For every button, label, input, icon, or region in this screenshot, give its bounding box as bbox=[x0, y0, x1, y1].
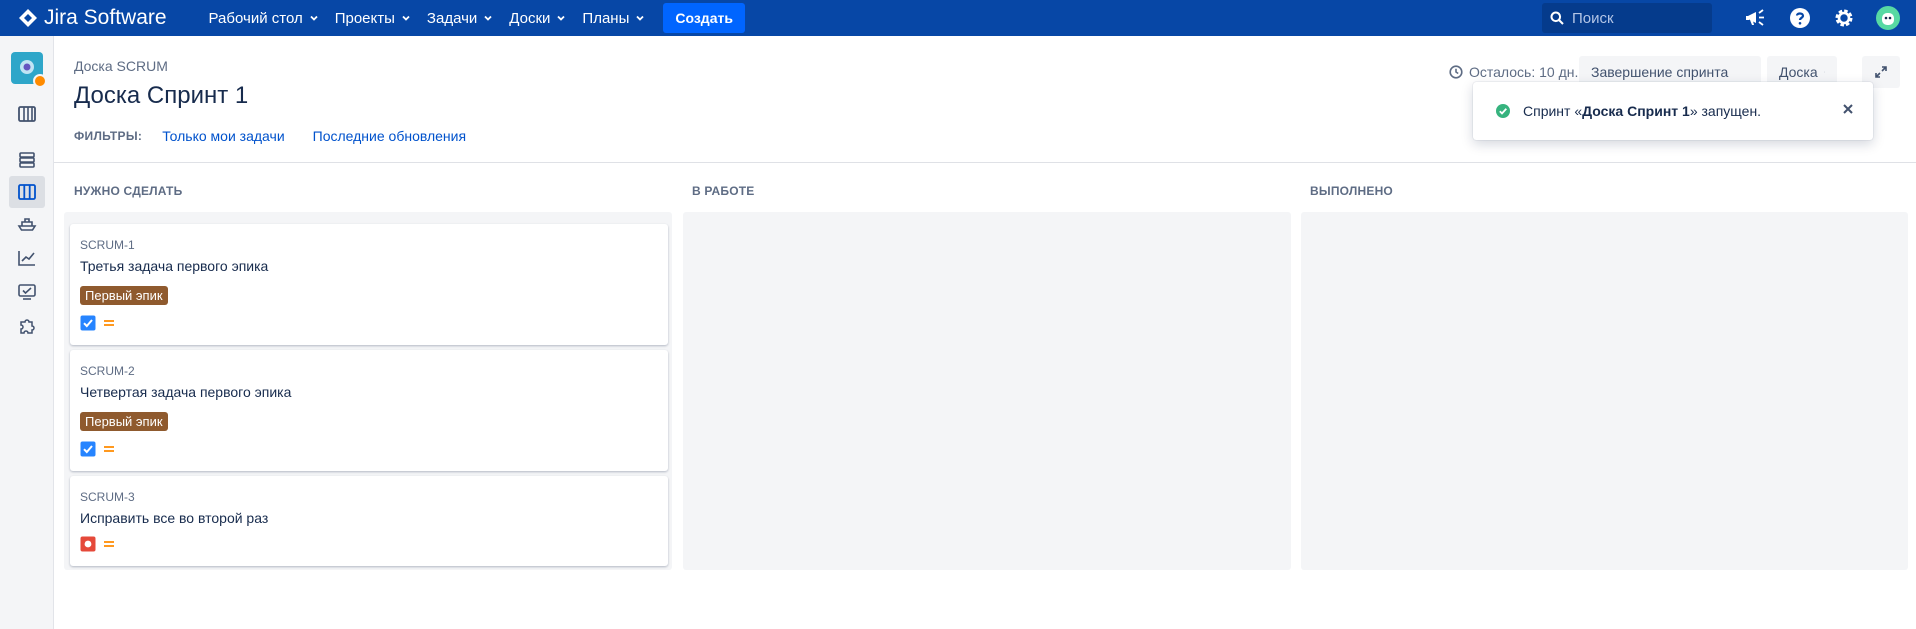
jira-logo-icon bbox=[19, 9, 37, 27]
settings-icon bbox=[1835, 9, 1853, 27]
sidebar-item-reports[interactable] bbox=[9, 242, 45, 274]
chevron-down-icon bbox=[310, 15, 318, 21]
project-sidebar bbox=[0, 36, 54, 629]
reports-icon bbox=[18, 251, 35, 266]
epic-label[interactable]: Первый эпик bbox=[80, 286, 168, 305]
issue-meta bbox=[80, 536, 658, 552]
chevron-down-icon bbox=[557, 15, 566, 21]
create-button[interactable]: Создать bbox=[663, 3, 745, 33]
issue-card[interactable]: SCRUM-3 Исправить все во второй раз bbox=[70, 476, 668, 566]
nav-issues-label: Задачи bbox=[426, 9, 478, 27]
issue-key[interactable]: SCRUM-3 bbox=[80, 490, 658, 504]
main-nav: Рабочий стол Проекты Задачи Доски Планы … bbox=[201, 0, 745, 36]
board-icon bbox=[18, 184, 36, 200]
sidebar-item-active-sprint[interactable] bbox=[9, 176, 45, 208]
project-avatar[interactable] bbox=[11, 52, 47, 88]
sprint-remaining: Осталось: 10 дн. bbox=[1449, 64, 1578, 80]
issue-meta bbox=[80, 441, 658, 457]
issue-key[interactable]: SCRUM-1 bbox=[80, 238, 658, 252]
epic-label[interactable]: Первый эпик bbox=[80, 412, 168, 431]
user-avatar-icon bbox=[1876, 6, 1900, 30]
column-header-todo: НУЖНО СДЕЛАТЬ bbox=[74, 184, 183, 198]
user-menu-button[interactable] bbox=[1866, 0, 1910, 36]
nav-projects[interactable]: Проекты bbox=[327, 0, 419, 36]
issue-summary: Третья задача первого эпика bbox=[80, 258, 269, 274]
sidebar-item-addons[interactable] bbox=[9, 310, 45, 342]
column-in-progress[interactable] bbox=[683, 212, 1291, 570]
search-icon bbox=[1550, 11, 1564, 25]
priority-medium-icon bbox=[104, 446, 114, 452]
breadcrumb[interactable]: Доска SCRUM bbox=[74, 58, 168, 74]
top-right-tools bbox=[1542, 0, 1916, 36]
column-header-done: ВЫПОЛНЕНО bbox=[1310, 184, 1393, 198]
filter-only-my-issues[interactable]: Только мои задачи bbox=[162, 128, 284, 144]
search-input[interactable] bbox=[1572, 9, 1702, 27]
search-box[interactable] bbox=[1542, 3, 1712, 33]
nav-projects-label: Проекты bbox=[334, 9, 395, 27]
nav-issues[interactable]: Задачи bbox=[419, 0, 501, 36]
project-type-badge bbox=[33, 74, 47, 88]
chevron-down-icon bbox=[636, 15, 645, 21]
sidebar-item-releases[interactable] bbox=[9, 208, 45, 240]
priority-medium-icon bbox=[104, 541, 114, 547]
help-button[interactable] bbox=[1778, 0, 1822, 36]
success-check-icon bbox=[1496, 104, 1510, 118]
issue-card[interactable]: SCRUM-1 Третья задача первого эпика Перв… bbox=[70, 224, 668, 345]
column-done[interactable] bbox=[1301, 212, 1908, 570]
quick-filters: ФИЛЬТРЫ: Только мои задачи Последние обн… bbox=[74, 128, 494, 144]
top-navigation-bar: Jira Software Рабочий стол Проекты Задач… bbox=[0, 0, 1916, 36]
backlog-icon bbox=[18, 106, 36, 122]
nav-dashboards[interactable]: Рабочий стол bbox=[201, 0, 327, 36]
nav-plans[interactable]: Планы bbox=[574, 0, 653, 36]
chevron-down-icon bbox=[1823, 71, 1825, 73]
sprint-started-flag: Спринт «Доска Спринт 1» запущен. bbox=[1473, 82, 1873, 140]
flag-message-prefix: Спринт « bbox=[1523, 103, 1583, 119]
ship-icon bbox=[17, 218, 37, 231]
issue-summary: Исправить все во второй раз bbox=[80, 510, 269, 526]
chevron-down-icon bbox=[402, 15, 410, 21]
expand-icon bbox=[1875, 66, 1887, 78]
task-type-icon bbox=[80, 441, 96, 457]
flag-sprint-name: Доска Спринт 1 bbox=[1582, 103, 1690, 119]
clock-icon bbox=[1449, 65, 1463, 79]
announcements-icon bbox=[1746, 9, 1764, 26]
remaining-days: Осталось: 10 дн. bbox=[1469, 64, 1579, 80]
issue-card[interactable]: SCRUM-2 Четвертая задача первого эпика П… bbox=[70, 350, 668, 471]
settings-button[interactable] bbox=[1822, 0, 1866, 36]
stack-icon bbox=[19, 152, 35, 168]
board-menu-label: Доска bbox=[1779, 64, 1818, 80]
chevron-down-icon bbox=[484, 15, 492, 21]
close-icon[interactable] bbox=[1841, 102, 1855, 116]
issue-summary: Четвертая задача первого эпика bbox=[80, 384, 292, 400]
bug-type-icon bbox=[80, 536, 96, 552]
page-title: Доска Спринт 1 bbox=[74, 82, 249, 109]
priority-medium-icon bbox=[104, 320, 114, 326]
column-header-in-progress: В РАБОТЕ bbox=[692, 184, 755, 198]
flag-message: Спринт «Доска Спринт 1» запущен. bbox=[1523, 103, 1761, 119]
sidebar-item-backlog[interactable] bbox=[9, 98, 45, 130]
jira-logo[interactable]: Jira Software bbox=[18, 0, 167, 36]
flag-message-suffix: » запущен. bbox=[1689, 103, 1762, 119]
nav-boards-label: Доски bbox=[509, 9, 551, 27]
filter-recently-updated[interactable]: Последние обновления bbox=[313, 128, 466, 144]
issue-meta bbox=[80, 315, 658, 331]
sidebar-item-issues[interactable] bbox=[9, 276, 45, 308]
puzzle-icon bbox=[20, 319, 35, 334]
nav-boards[interactable]: Доски bbox=[501, 0, 574, 36]
project-avatar-icon bbox=[20, 60, 34, 74]
app-name: Jira Software bbox=[44, 6, 167, 29]
task-type-icon bbox=[80, 315, 96, 331]
nav-plans-label: Планы bbox=[582, 9, 630, 27]
nav-dashboards-label: Рабочий стол bbox=[208, 9, 303, 27]
issues-icon bbox=[18, 284, 36, 300]
filters-label: ФИЛЬТРЫ: bbox=[74, 129, 143, 143]
sidebar-item-components[interactable] bbox=[9, 144, 45, 176]
issue-key[interactable]: SCRUM-2 bbox=[80, 364, 658, 378]
help-icon bbox=[1790, 8, 1810, 28]
header-divider bbox=[54, 162, 1916, 163]
announcements-button[interactable] bbox=[1734, 0, 1778, 36]
